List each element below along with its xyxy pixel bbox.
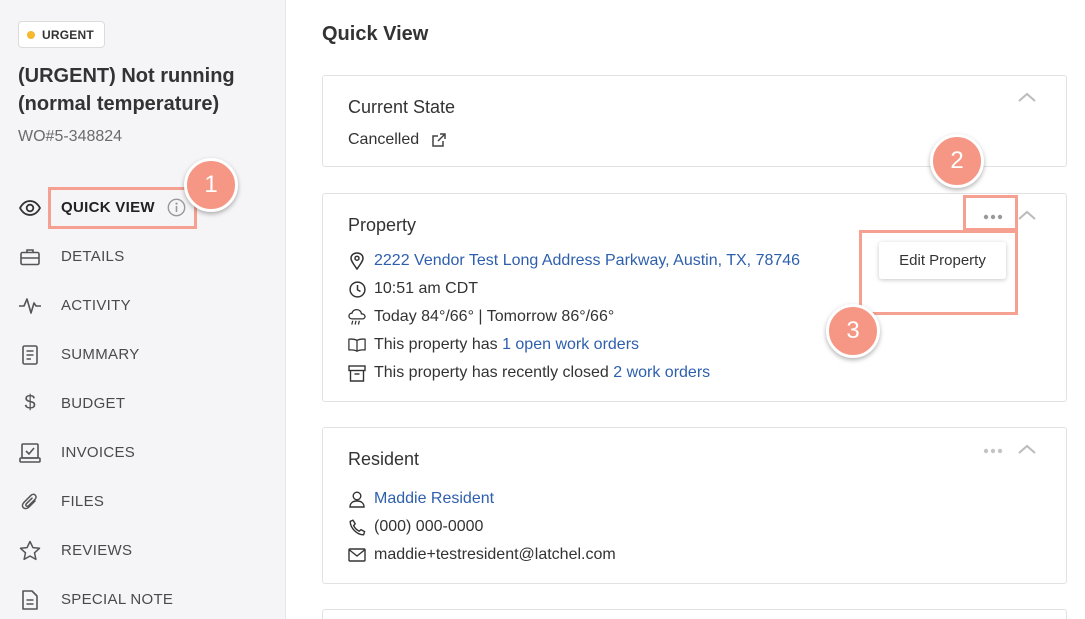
chevron-up-icon[interactable] — [1016, 442, 1038, 456]
sidebar-item-reviews[interactable]: REVIEWS — [0, 526, 286, 575]
location-pin-icon — [348, 252, 366, 270]
sidebar-item-label: SUMMARY — [61, 346, 140, 363]
external-link-icon[interactable] — [431, 132, 447, 148]
closed-orders-row: This property has recently closed 2 work… — [348, 364, 710, 382]
highlight-quick-view — [48, 187, 197, 229]
resident-name-link[interactable]: Maddie Resident — [374, 490, 494, 508]
annotation-callout-1: 1 — [184, 158, 238, 212]
resident-name-row: Maddie Resident — [348, 490, 494, 508]
note-icon — [18, 588, 42, 612]
sidebar-item-label: INVOICES — [61, 444, 136, 461]
closed-work-orders-link[interactable]: 2 work orders — [613, 364, 710, 382]
open-orders-row: This property has 1 open work orders — [348, 336, 639, 354]
closed-orders-prefix: This property has recently closed — [374, 364, 614, 381]
urgent-badge: URGENT — [18, 21, 105, 48]
resident-phone: (000) 000-0000 — [374, 518, 484, 535]
page-title: Quick View — [322, 23, 429, 45]
sidebar-item-activity[interactable]: ACTIVITY — [0, 281, 286, 330]
sidebar-nav: QUICK VIEW DETAILS ACTIVITY SUMMARY $ BU… — [0, 183, 286, 619]
chevron-up-icon[interactable] — [1016, 90, 1038, 104]
open-work-orders-link[interactable]: 1 open work orders — [502, 336, 639, 354]
annotation-callout-2: 2 — [930, 134, 984, 188]
resident-card: Resident Maddie Resident (000) 000-0000 … — [322, 427, 1067, 584]
card-title: Property — [348, 215, 417, 235]
status-dot — [27, 30, 35, 39]
sidebar-item-label: DETAILS — [61, 248, 125, 265]
time-row: 10:51 am CDT — [348, 280, 478, 298]
mail-icon — [348, 546, 366, 564]
dollar-icon: $ — [24, 392, 36, 414]
sidebar-item-label: BUDGET — [61, 395, 126, 412]
briefcase-icon — [18, 245, 42, 269]
card-title: Resident — [348, 449, 420, 469]
invoice-icon — [18, 441, 42, 465]
resident-email: maddie+testresident@latchel.com — [374, 546, 616, 563]
local-time: 10:51 am CDT — [374, 280, 479, 297]
sidebar-item-budget[interactable]: $ BUDGET — [0, 379, 286, 428]
book-icon — [348, 336, 366, 354]
sidebar-item-invoices[interactable]: INVOICES — [0, 428, 286, 477]
resident-email-row: maddie+testresident@latchel.com — [348, 546, 616, 564]
sidebar-item-summary[interactable]: SUMMARY — [0, 330, 286, 379]
property-address-link[interactable]: 2222 Vendor Test Long Address Parkway, A… — [374, 252, 800, 270]
open-orders-prefix: This property has — [374, 336, 503, 353]
archive-icon — [348, 364, 366, 382]
highlight-edit-property — [859, 230, 1018, 315]
weather-row: Today 84°/66° | Tomorrow 86°/66° — [348, 308, 614, 326]
sidebar: URGENT (URGENT) Not running (normal temp… — [0, 0, 286, 619]
eye-icon — [18, 196, 42, 220]
user-icon — [348, 490, 366, 508]
activity-icon — [18, 294, 42, 318]
sidebar-item-label: REVIEWS — [61, 542, 133, 559]
sidebar-item-special-note[interactable]: SPECIAL NOTE — [0, 575, 286, 619]
current-state-value: Cancelled — [348, 131, 420, 148]
paperclip-icon — [18, 490, 42, 514]
next-card — [322, 609, 1067, 619]
weather-forecast: Today 84°/66° | Tomorrow 86°/66° — [374, 308, 615, 325]
work-order-number: WO#5-348824 — [18, 128, 123, 145]
rain-cloud-icon — [348, 308, 366, 326]
badge-label: URGENT — [42, 27, 94, 42]
chevron-up-icon[interactable] — [1016, 208, 1038, 222]
document-icon — [18, 343, 42, 367]
sidebar-item-label: SPECIAL NOTE — [61, 591, 174, 608]
sidebar-item-details[interactable]: DETAILS — [0, 232, 286, 281]
highlight-more-options — [963, 195, 1018, 231]
current-state-row: Cancelled — [348, 131, 447, 149]
clock-icon — [348, 280, 366, 298]
sidebar-item-files[interactable]: FILES — [0, 477, 286, 526]
phone-icon — [348, 518, 366, 536]
sidebar-item-label: ACTIVITY — [61, 297, 131, 314]
more-options-icon[interactable] — [981, 446, 1005, 456]
sidebar-item-label: FILES — [61, 493, 105, 510]
resident-phone-row: (000) 000-0000 — [348, 518, 483, 536]
work-order-title: (URGENT) Not running (normal temperature… — [18, 65, 235, 115]
address-row: 2222 Vendor Test Long Address Parkway, A… — [348, 252, 800, 270]
card-title: Current State — [348, 97, 456, 117]
star-icon — [18, 539, 42, 563]
annotation-callout-3: 3 — [826, 304, 880, 358]
